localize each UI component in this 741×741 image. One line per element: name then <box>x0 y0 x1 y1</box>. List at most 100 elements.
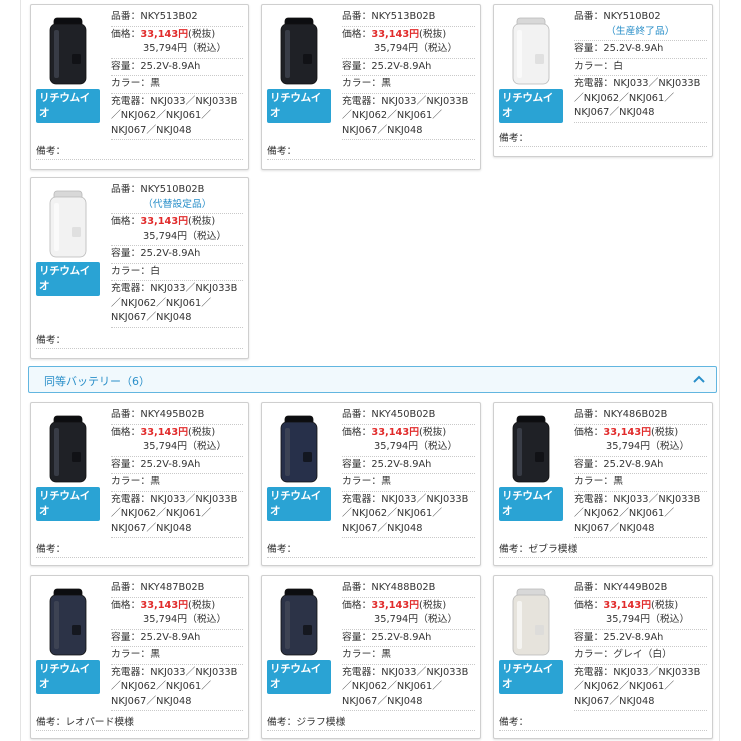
note-label: 備考： <box>36 146 66 157</box>
badge-line-1: リチウムイオ <box>39 490 90 517</box>
price-ex-tax-suffix: (税抜) <box>188 216 216 227</box>
capacity-value: 25.2V-8.9Ah <box>140 60 201 72</box>
lithium-ion-badge: リチウムイオ ン8.9Ah <box>499 89 563 135</box>
product-card[interactable]: リチウムイオ ン8.9Ah 品番：NKY449B02B 価格：33,143円(税抜) 3… <box>493 575 713 739</box>
product-card[interactable]: リチウムイオ ン8.9Ah 品番：NKY450B02B 価格：33,143円(税抜) 3… <box>261 402 481 566</box>
charger-models: NKJ067／NKJ048 <box>342 124 423 136</box>
capacity-label: 容量： <box>342 458 372 470</box>
part-number-value: NKY510B02 <box>603 11 661 22</box>
status-link[interactable]: （代替設定品） <box>111 198 243 213</box>
charger-label: 充電器： <box>111 493 151 505</box>
capacity-label: 容量： <box>111 60 141 72</box>
capacity-value: 25.2V-8.9Ah <box>371 60 432 72</box>
badge-line-2: ン8.9Ah <box>270 519 318 533</box>
price-in-tax: 35,794円（税込） <box>606 441 690 452</box>
price-in-tax: 35,794円（税込） <box>143 441 227 452</box>
capacity-value: 25.2V-8.9Ah <box>140 631 201 643</box>
color-label: カラー： <box>111 476 151 487</box>
charger-models: NKJ067／NKJ048 <box>342 522 423 534</box>
part-number-value: NKY513B02B <box>371 11 436 22</box>
note-row: 備考： <box>267 145 475 160</box>
color-value: グレイ（白） <box>613 649 672 660</box>
product-card[interactable]: リチウムイオ ン8.9Ah 品番：NKY486B02B 価格：33,143円(税抜) 3… <box>493 402 713 566</box>
product-card[interactable]: リチウムイオ ン8.9Ah 品番：NKY513B02 価格：33,143円(税抜) 35… <box>30 4 249 170</box>
equivalent-batteries-header[interactable]: 同等バッテリー（6） <box>28 366 717 393</box>
color-row: カラー：白 <box>574 59 707 76</box>
price-ex-tax: 33,143円 <box>603 426 651 438</box>
color-value: 白 <box>150 265 160 277</box>
charger-models: NKJ067／NKJ048 <box>111 124 192 136</box>
price-label: 価格： <box>111 216 141 227</box>
price-ex-tax-suffix: (税抜) <box>188 426 216 438</box>
color-row: カラー：黒 <box>574 474 707 492</box>
price-label: 価格： <box>111 426 141 438</box>
lithium-ion-badge: リチウムイオ ン8.9Ah <box>267 89 331 135</box>
product-info: 品番：NKY488B02B 価格：33,143円(税抜) 35,794円（税込） 容量… <box>342 580 475 711</box>
charger-models: NKJ067／NKJ048 <box>342 695 423 707</box>
product-card[interactable]: リチウムイオ ン8.9Ah 品番：NKY488B02B 価格：33,143円(税抜) 3… <box>261 575 481 739</box>
charger-models: ／NKJ062／NKJ061／ <box>574 508 675 519</box>
price-in-tax: 35,794円（税込） <box>143 43 227 54</box>
charger-models: ／NKJ062／NKJ061／ <box>342 110 443 121</box>
color-value: 黒 <box>381 649 391 660</box>
charger-row: 充電器：NKJ033／NKJ033B ／NKJ062／NKJ061／ NKJ067／… <box>574 76 707 123</box>
charger-models: ／NKJ062／NKJ061／ <box>574 681 675 692</box>
price-row: 価格：33,143円(税抜) 35,794円（税込） <box>574 425 707 457</box>
color-label: カラー： <box>342 78 382 89</box>
product-card[interactable]: リチウムイオ ン8.9Ah 品番：NKY487B02B 価格：33,143円(税抜) 3… <box>30 575 249 739</box>
price-row: 価格：33,143円(税抜) 35,794円（税込） <box>111 425 243 457</box>
part-number-value: NKY488B02B <box>371 582 436 593</box>
product-card[interactable]: リチウムイオ ン8.9Ah 品番：NKY510B02 （生産終了品） 容量：25.2V-… <box>493 4 713 157</box>
charger-models: NKJ067／NKJ048 <box>111 312 192 323</box>
price-row: 価格：33,143円(税抜) 35,794円（税込） <box>342 27 475 59</box>
charger-row: 充電器：NKJ033／NKJ033B ／NKJ062／NKJ061／ NKJ067／… <box>574 665 707 711</box>
part-number-value: NKY513B02 <box>140 11 198 22</box>
price-ex-tax: 33,143円 <box>140 28 188 40</box>
color-label: カラー： <box>574 649 614 660</box>
color-row: カラー：黒 <box>342 76 475 94</box>
capacity-label: 容量： <box>111 248 141 259</box>
lithium-ion-badge: リチウムイオ ン8.9Ah <box>499 660 563 706</box>
product-info: 品番：NKY486B02B 価格：33,143円(税抜) 35,794円（税込） 容量… <box>574 407 707 538</box>
charger-models: ／NKJ062／NKJ061／ <box>111 681 212 692</box>
charger-models: ／NKJ062／NKJ061／ <box>111 508 212 519</box>
charger-line: 充電器：NKJ033／NKJ033B <box>111 282 243 297</box>
price-row: 価格：33,143円(税抜) 35,794円（税込） <box>574 598 707 630</box>
capacity-label: 容量： <box>574 631 604 643</box>
capacity-value: 25.2V-8.9Ah <box>140 458 201 470</box>
section-title: 同等バッテリー（6） <box>44 375 150 388</box>
part-number-row: 品番：NKY449B02B <box>574 580 707 598</box>
charger-models: NKJ033／NKJ033B <box>613 493 701 505</box>
badge-line-2: ン8.9Ah <box>270 121 318 135</box>
charger-row: 充電器：NKJ033／NKJ033B ／NKJ062／NKJ061／ NKJ067／… <box>342 492 475 538</box>
lithium-ion-badge: リチウムイオン8.9Ah <box>36 660 100 706</box>
badge-line-1: リチウムイオ <box>39 663 90 690</box>
status-link[interactable]: （生産終了品） <box>574 25 707 40</box>
price-row: 価格：33,143円(税抜) 35,794円（税込） <box>342 425 475 457</box>
part-number-row: 品番：NKY486B02B <box>574 407 707 425</box>
capacity-row: 容量：25.2V-8.9Ah <box>342 457 475 474</box>
product-card[interactable]: リチウムイオ ン8.9Ah 品番：NKY510B02B （代替設定品） 価格：33,14… <box>30 177 249 359</box>
note-label: 備考： <box>499 544 529 555</box>
charger-label: 充電器： <box>574 493 614 505</box>
product-card[interactable]: リチウムイオ ン8.9Ah 品番：NKY495B02B 価格：33,143円(税抜) 3… <box>30 402 249 566</box>
badge-line-2: ン8.9Ah <box>39 692 87 706</box>
charger-label: 充電器： <box>574 666 614 678</box>
charger-models: NKJ067／NKJ048 <box>574 522 655 534</box>
charger-row: 充電器：NKJ033／NKJ033B ／NKJ062／NKJ061／ NKJ067／… <box>111 492 243 538</box>
note-label: 備考： <box>267 146 297 157</box>
product-card[interactable]: リチウムイオ ン8.9Ah 品番：NKY513B02B 価格：33,143円(税抜) 3… <box>261 4 481 170</box>
note-value: ジラフ模様 <box>296 717 346 728</box>
capacity-label: 容量： <box>342 60 372 72</box>
price-ex-tax: 33,143円 <box>371 599 419 611</box>
color-label: カラー： <box>111 649 151 660</box>
capacity-row: 容量：25.2V-8.9Ah <box>111 246 243 264</box>
color-label: カラー： <box>574 476 614 487</box>
price-in-tax: 35,794円（税込） <box>606 614 690 625</box>
chevron-up-icon[interactable] <box>692 372 706 386</box>
color-value: 黒 <box>150 476 160 487</box>
badge-line-2: ン8.9Ah <box>39 519 87 533</box>
part-number-value: NKY486B02B <box>603 409 668 420</box>
charger-line: 充電器：NKJ033／NKJ033B <box>111 493 243 508</box>
part-number-row: 品番：NKY513B02B <box>342 9 475 27</box>
